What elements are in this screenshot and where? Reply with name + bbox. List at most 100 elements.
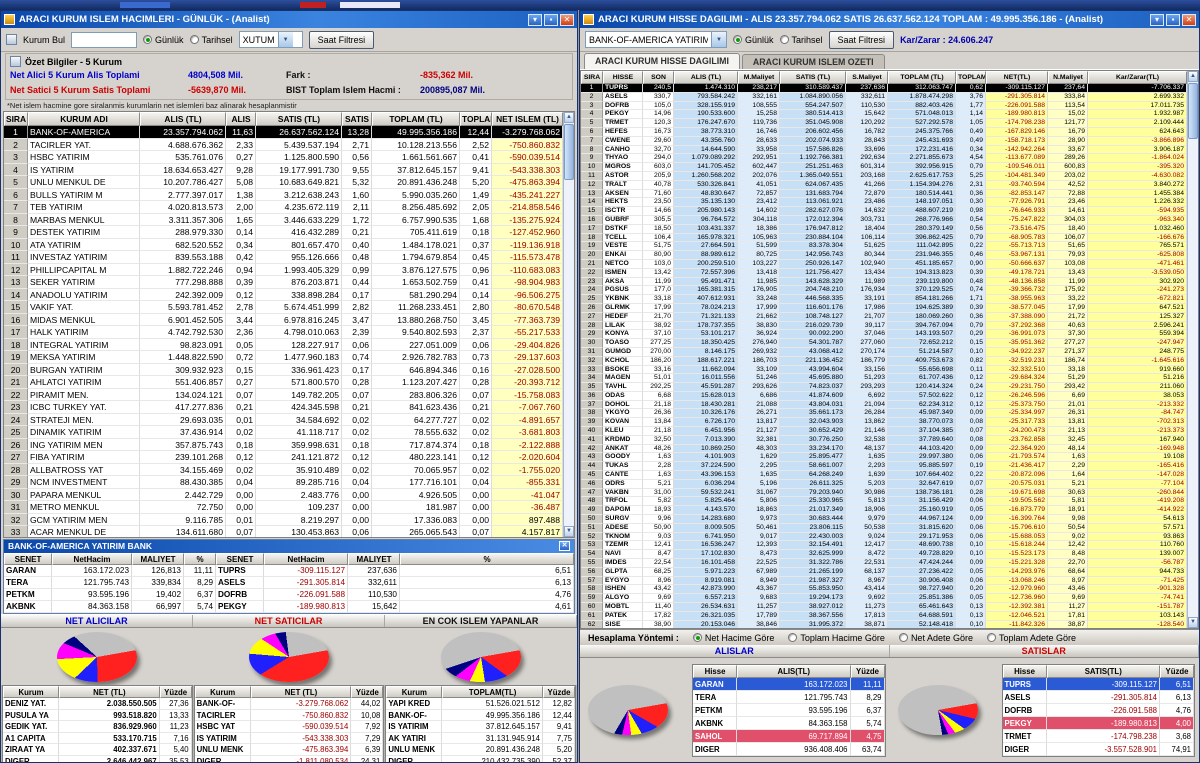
- table-row[interactable]: 7 TEB YATIRIM 4.020.813.573 2,00 4.235.672.1…: [4, 201, 563, 214]
- table-row[interactable]: 8 MARBAS MENKUL 3.311.357.306 1,65 3.446.633…: [4, 213, 563, 226]
- table-row[interactable]: 47 VAKBN 31,00 59.532.241 31,067 79.203.940 30…: [581, 488, 1187, 498]
- table-row[interactable]: TACIRLER -750.860.832 10,08: [194, 709, 384, 721]
- table-row[interactable]: IS YATIRIM 37.812.645.157 9,41: [386, 721, 575, 733]
- table-row[interactable]: 41 KRDMD 32,50 7.013.390 32,381 30.776.250 32,…: [581, 435, 1187, 445]
- table-row[interactable]: TERA 121.795.743 339,834 8,29 ASELS -291.305.…: [4, 577, 574, 589]
- table-row[interactable]: 15 VAKIF YAT. 5.593.781.452 2,78 5.674.451.9…: [4, 301, 563, 314]
- gunluk-radio[interactable]: Günlük: [143, 35, 184, 45]
- table-row[interactable]: 52 TKNOM 9,03 6.741.950 9,017 22.430.003 9,024…: [581, 532, 1187, 542]
- table-row[interactable]: 42 ANKAT 48,26 10.869.250 48,303 33.234.170 48…: [581, 444, 1187, 454]
- calc-method-radio[interactable]: Toplam Hacime Göre: [788, 633, 885, 643]
- table-row[interactable]: AK YATIRI 31.131.945.914 7,75: [386, 732, 575, 744]
- table-row[interactable]: DIGER -1.811.080.534 24,31: [195, 755, 384, 762]
- table-row[interactable]: 21 AHLATCI YATIRIM 551.406.857 0,27 571.800.…: [4, 376, 563, 389]
- table-row[interactable]: BANK-OF- -3.279.768.062 44,02: [194, 698, 384, 710]
- table-row[interactable]: DIGER 210.432.735.390 52,37: [386, 755, 575, 762]
- table-row[interactable]: 16 GUBRF 305,5 96.764.572 304,118 172.012.394…: [581, 215, 1187, 225]
- table-row[interactable]: 16 MIDAS MENKUL 6.901.452.505 3,44 6.978.816…: [4, 313, 563, 326]
- scroll-down-icon[interactable]: ▼: [1188, 617, 1198, 628]
- table-row[interactable]: UNLU MENK 20.891.436.248 5,20: [386, 744, 575, 756]
- table-row[interactable]: 32 KCHOL 186,20 188.617.221 186,703 221.136.4…: [581, 356, 1187, 366]
- table-row[interactable]: 45 CANTE 1,63 43.396.153 1,635 64.268.249 1,63…: [581, 471, 1187, 480]
- table-row[interactable]: 31 GUMGD 270,00 8.146.175 269,932 43.068.412 2…: [581, 347, 1187, 357]
- table-row[interactable]: PUSULA YA 993.518.820 13,33: [3, 709, 192, 721]
- table-row[interactable]: 26 ING YATIRIM MEN 357.875.743 0,18 359.998.…: [4, 438, 563, 451]
- table-row[interactable]: TERA 121.795.743 8,29: [693, 690, 885, 704]
- table-row[interactable]: 12 TRALT 40,78 530.326.841 41,051 624.067.435…: [581, 180, 1187, 190]
- table-row[interactable]: 24 PGSUS 177,0 165.381.315 176,905 204.748.21…: [581, 286, 1187, 296]
- scroll-up-icon[interactable]: ▲: [564, 112, 574, 123]
- table-row[interactable]: 29 NCM INVESTMENT 88.430.385 0,04 89.285.716…: [4, 476, 563, 489]
- tarihsel-radio[interactable]: Tarihsel: [779, 35, 823, 45]
- scroll-down-icon[interactable]: ▼: [564, 526, 574, 537]
- table-row[interactable]: 31 METRO MENKUL 72.750 0,00 109.237 0,00 181.9…: [4, 501, 563, 514]
- table-row[interactable]: 20 BURGAN YATIRIM 309.932.923 0,15 336.961.4…: [4, 363, 563, 376]
- calc-method-radio[interactable]: Net Hacime Göre: [692, 633, 774, 643]
- gunluk-radio[interactable]: Günlük: [733, 35, 774, 45]
- table-row[interactable]: ASELS -291.305.814 6,13: [1002, 690, 1194, 704]
- close-icon[interactable]: ✕: [559, 541, 570, 551]
- table-row[interactable]: 14 ANADOLU YATIRIM 242.392.009 0,12 338.898.…: [4, 288, 563, 301]
- table-row[interactable]: 15 ISCTR 14,66 205.980.143 14,602 282.627.076…: [581, 207, 1187, 216]
- table-row[interactable]: 39 KOVAN 13,84 6.726.170 13,817 32.043.903 13,…: [581, 418, 1187, 428]
- table-row[interactable]: AKBNK 84.363.158 66,997 5,74 PEKGY -189.980.8…: [4, 601, 574, 613]
- table-row[interactable]: 8 CANHO 32,70 14.644.590 33,958 157.586.826 33…: [581, 145, 1187, 155]
- table-row[interactable]: BANK-OF- 49.995.356.186 12,44: [386, 709, 575, 721]
- table-row[interactable]: 22 ISMEN 13,42 72.557.396 13,418 121.756.427 1…: [581, 268, 1187, 278]
- table-row[interactable]: 17 HALK YATIRIM 4.742.792.530 2,36 4.798.010…: [4, 326, 563, 339]
- table-row[interactable]: 38 YKGYO 26,36 10.326.176 26,271 35.661.173 26…: [581, 409, 1187, 419]
- stock-panel-titlebar[interactable]: BANK-OF-AMERICA YATIRIM BANK ✕: [4, 540, 574, 553]
- table-row[interactable]: 3 HSBC YATIRIM 535.761.076 0,27 1.125.800.59…: [4, 151, 563, 164]
- table-row[interactable]: 24 STRATEJI MEN. 29.693.035 0,01 34.584.692 0…: [4, 413, 563, 426]
- table-row[interactable]: 37 DOHOL 21,18 18.430.281 21,088 43.804.031 21…: [581, 400, 1187, 410]
- table-row[interactable]: 35 TAVHL 292,25 45.591.287 293,626 74.823.037…: [581, 383, 1187, 392]
- table-row[interactable]: 17 DSTKF 18,50 103.431.337 18,386 176.947.812…: [581, 224, 1187, 234]
- table-row[interactable]: 30 TOASO 277,25 18.350.425 276,940 54.301.787…: [581, 339, 1187, 348]
- close-button[interactable]: ✕: [560, 13, 574, 26]
- table-row[interactable]: 43 GOODY 1,63 4.101.903 1,629 25.895.477 1,635…: [581, 453, 1187, 463]
- broker-select[interactable]: BANK-OF-AMERICA YATIRIM ▼: [585, 31, 727, 48]
- table-row[interactable]: YAPI KRED 51.526.021.512 12,82: [386, 698, 575, 710]
- table-row[interactable]: 20 ENKAI 80,90 88.989.612 80,725 142.956.743 8…: [581, 251, 1187, 260]
- table-row[interactable]: 5 UNLU MENKUL DE 10.207.786.427 5,08 10.683.…: [4, 176, 563, 189]
- scrollbar[interactable]: ▲ ▼: [563, 112, 574, 537]
- table-row[interactable]: 11 ASTOR 205,9 1.260.568.202 202,076 1.365.04…: [581, 171, 1187, 181]
- table-row[interactable]: GARAN 163.172.023 126,813 11,11 TUPRS -309.11…: [4, 565, 574, 577]
- table-row[interactable]: 7 CWENE 29,60 43.356.760 28,633 202.074.933 28…: [581, 136, 1187, 146]
- maximize-button[interactable]: ▪: [544, 13, 558, 26]
- table-row[interactable]: 40 KLEU 21,18 6.451.956 21,127 30.652.429 21,1…: [581, 427, 1187, 436]
- minimize-button[interactable]: ▾: [1150, 13, 1164, 26]
- table-row[interactable]: 30 PAPARA MENKUL 2.442.729 0,00 2.483.776 0,0…: [4, 488, 563, 501]
- table-row[interactable]: DIGER -3.557.528.901 74,91: [1002, 742, 1194, 756]
- table-row[interactable]: PETKM 93.595.196 19,402 6,37 DOFRB -226.091.5…: [4, 589, 574, 601]
- table-row[interactable]: 19 MEKSA YATIRIM 1.448.822.590 0,72 1.477.96…: [4, 351, 563, 364]
- table-row[interactable]: 56 GLPTA 68,25 5.971.223 67,989 21.265.199 68,…: [581, 567, 1187, 577]
- table-row[interactable]: DOFRB -226.091.588 4,76: [1002, 703, 1194, 717]
- table-row[interactable]: 27 FIBA YATIRIM 239.101.268 0,12 241.121.872…: [4, 451, 563, 464]
- table-row[interactable]: 2 ASELS 330,7 793.584.242 332,161 1.084.890.0…: [581, 92, 1187, 102]
- table-row[interactable]: 13 AKSEN 71,60 48.830.647 72,857 131.683.794 7…: [581, 189, 1187, 199]
- table-row[interactable]: 9 DESTEK YATIRIM 288.979.330 0,14 416.432.28…: [4, 226, 563, 239]
- table-row[interactable]: 51 ADESE 50,90 8.009.505 50,461 23.806.115 50,…: [581, 523, 1187, 533]
- table-row[interactable]: 60 MOBTL 11,40 26.534.631 11,257 38.927.012 11…: [581, 603, 1187, 612]
- table-row[interactable]: 36 ODAS 6,68 15.628.013 6,686 41.874.609 6,692…: [581, 391, 1187, 401]
- tarihsel-radio[interactable]: Tarihsel: [189, 35, 233, 45]
- table-row[interactable]: 28 LILAK 38,92 178.737.355 38,830 216.029.739…: [581, 321, 1187, 331]
- table-row[interactable]: 4 PEKGY 14,96 190.533.600 15,258 380.514.413 1…: [581, 110, 1187, 120]
- calc-method-radio[interactable]: Net Adete Göre: [898, 633, 973, 643]
- table-row[interactable]: 19 VESTE 51,75 27.664.591 51,599 83.378.304 51…: [581, 242, 1187, 252]
- table-row[interactable]: 12 PHILLIPCAPITAL M 1.882.722.246 0,94 1.993…: [4, 263, 563, 276]
- table-row[interactable]: 29 KONYA 37,10 53.101.217 36,924 90.092.290 37…: [581, 330, 1187, 340]
- left-window-titlebar[interactable]: ARACI KURUM ISLEM HACIMLERI - GÜNLÜK - (…: [1, 11, 577, 28]
- table-row[interactable]: 55 IMDES 22,54 16.101.458 22,525 31.322.786 22…: [581, 559, 1187, 568]
- minimize-button[interactable]: ▾: [528, 13, 542, 26]
- maximize-button[interactable]: ▪: [1166, 13, 1180, 26]
- table-row[interactable]: TRMET -174.798.238 3,68: [1002, 729, 1194, 743]
- table-row[interactable]: 18 TCELL 106,4 165.978.321 105,963 230.884.10…: [581, 233, 1187, 243]
- table-row[interactable]: 25 DINAMIK YATIRIM 37.436.914 0,02 41.118.71…: [4, 426, 563, 439]
- table-row[interactable]: 49 DAPGM 18,93 4.143.570 18,863 21.017.349 18,…: [581, 506, 1187, 516]
- table-row[interactable]: 1 BANK-OF-AMERICA 23.357.794.062 11,63 26.63…: [4, 126, 563, 139]
- table-row[interactable]: 48 TRFOL 5,82 5.825.464 5,806 25.330.965 5,813…: [581, 497, 1187, 507]
- calc-method-radio[interactable]: Toplam Adete Göre: [986, 633, 1076, 643]
- table-row[interactable]: 14 HEKTS 23,50 35.135.130 23,412 113.061.921 2…: [581, 198, 1187, 208]
